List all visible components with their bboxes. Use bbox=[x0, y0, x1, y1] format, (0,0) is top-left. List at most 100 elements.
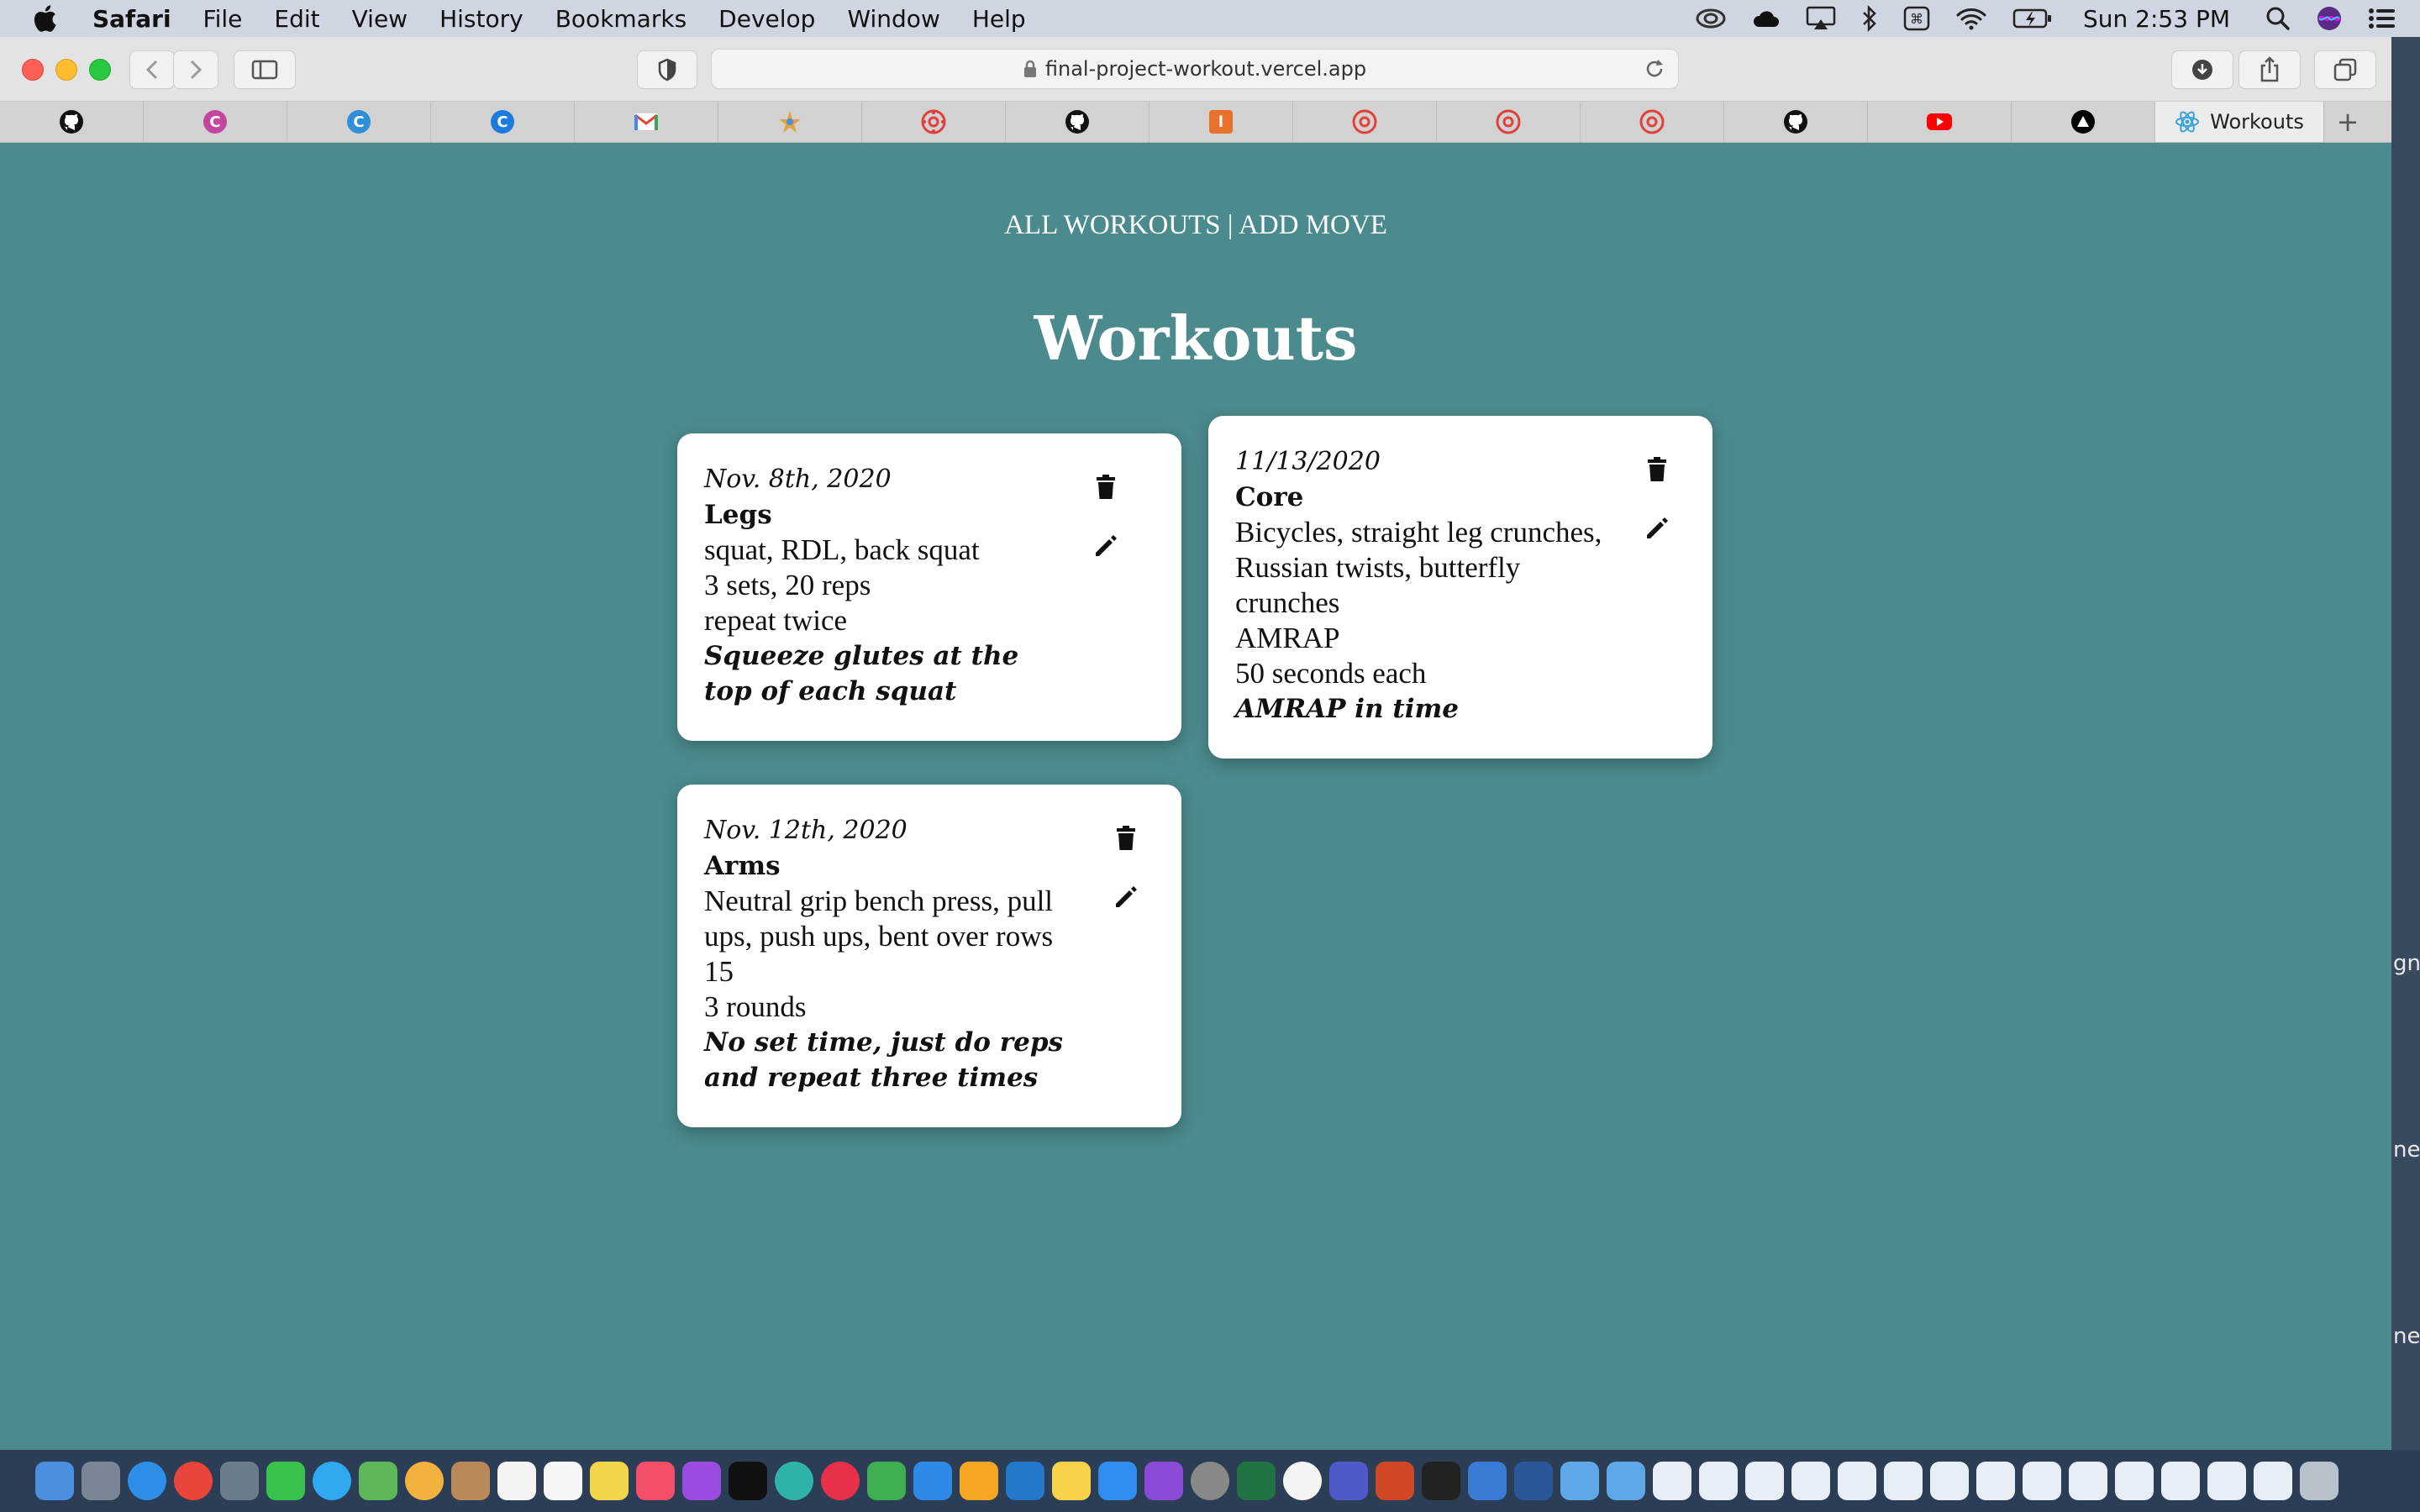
edit-workout-button[interactable] bbox=[1109, 880, 1143, 914]
spotlight-search-icon[interactable] bbox=[2265, 6, 2291, 31]
menu-develop[interactable]: Develop bbox=[718, 5, 815, 33]
privacy-report-button[interactable] bbox=[637, 50, 697, 89]
back-button[interactable] bbox=[129, 50, 175, 89]
recent-file-icon[interactable] bbox=[2254, 1462, 2292, 1500]
recent-file-icon[interactable] bbox=[2069, 1462, 2107, 1500]
tab-workouts-active[interactable]: Workouts bbox=[2155, 102, 2324, 142]
recent-file-icon[interactable] bbox=[1884, 1462, 1923, 1500]
github-desktop-icon[interactable] bbox=[1144, 1462, 1183, 1500]
messages-icon[interactable] bbox=[313, 1462, 351, 1500]
nav-all-workouts-link[interactable]: ALL WORKOUTS bbox=[1004, 210, 1221, 240]
tab-vercel[interactable] bbox=[2012, 102, 2155, 142]
recent-file-icon[interactable] bbox=[1699, 1462, 1738, 1500]
reminders-icon[interactable] bbox=[544, 1462, 582, 1500]
system-preferences-icon[interactable] bbox=[1191, 1462, 1229, 1500]
delete-workout-button[interactable] bbox=[1089, 470, 1123, 504]
menu-edit[interactable]: Edit bbox=[274, 5, 319, 33]
keynote-icon[interactable] bbox=[913, 1462, 952, 1500]
downloads-button[interactable] bbox=[2171, 50, 2233, 89]
tab-github-2[interactable] bbox=[1006, 102, 1150, 142]
bluetooth-icon[interactable] bbox=[1861, 5, 1878, 32]
recent-file-icon[interactable] bbox=[2161, 1462, 2200, 1500]
powerpoint-icon[interactable] bbox=[1376, 1462, 1414, 1500]
recent-file-icon[interactable] bbox=[1791, 1462, 1830, 1500]
tab-star-app[interactable] bbox=[718, 102, 862, 142]
terminal-icon[interactable] bbox=[1422, 1462, 1460, 1500]
tab-overview-button[interactable] bbox=[2314, 50, 2376, 89]
recent-file-icon[interactable] bbox=[1930, 1462, 1969, 1500]
app-icon[interactable] bbox=[775, 1462, 813, 1500]
trash-bin-icon[interactable] bbox=[2300, 1462, 2338, 1500]
airplay-icon[interactable] bbox=[1806, 6, 1836, 31]
folder-app-icon[interactable] bbox=[1052, 1462, 1091, 1500]
chrome-icon[interactable] bbox=[174, 1462, 213, 1500]
edit-workout-button[interactable] bbox=[1089, 529, 1123, 563]
podcasts-icon[interactable] bbox=[682, 1462, 721, 1500]
safari-icon[interactable] bbox=[128, 1462, 166, 1500]
tab-canvas-3[interactable] bbox=[1437, 102, 1581, 142]
share-button[interactable] bbox=[2238, 50, 2301, 89]
sidebar-toggle-button[interactable] bbox=[234, 50, 296, 89]
menu-help[interactable]: Help bbox=[972, 5, 1026, 33]
battery-icon[interactable] bbox=[2012, 8, 2053, 29]
menubar-clock[interactable]: Sun 2:53 PM bbox=[2083, 5, 2230, 33]
recent-file-icon[interactable] bbox=[2023, 1462, 2061, 1500]
word-icon[interactable] bbox=[1514, 1462, 1553, 1500]
facetime-icon[interactable] bbox=[266, 1462, 305, 1500]
apple-menu-icon[interactable] bbox=[32, 4, 66, 33]
photos-icon[interactable] bbox=[405, 1462, 444, 1500]
recent-file-icon[interactable] bbox=[1976, 1462, 2015, 1500]
tab-orange-app[interactable]: l bbox=[1150, 102, 1293, 142]
menu-file[interactable]: File bbox=[203, 5, 243, 33]
downloads-folder-icon[interactable] bbox=[1560, 1462, 1599, 1500]
address-bar[interactable]: final-project-workout.vercel.app bbox=[711, 49, 1679, 89]
pages-icon[interactable] bbox=[960, 1462, 998, 1500]
new-tab-button[interactable]: + bbox=[2324, 102, 2371, 142]
apple-tv-icon[interactable] bbox=[729, 1462, 767, 1500]
documents-folder-icon[interactable] bbox=[1607, 1462, 1645, 1500]
tab-canvas-1[interactable] bbox=[862, 102, 1006, 142]
menu-app-name[interactable]: Safari bbox=[92, 5, 171, 33]
reload-icon[interactable] bbox=[1643, 57, 1666, 86]
vscode-icon[interactable] bbox=[1006, 1462, 1044, 1500]
tab-canvas-2[interactable] bbox=[1293, 102, 1437, 142]
tab-c-site-3[interactable]: C bbox=[431, 102, 575, 142]
menu-window[interactable]: Window bbox=[847, 5, 939, 33]
nav-add-move-link[interactable]: ADD MOVE bbox=[1239, 210, 1387, 240]
numbers-icon[interactable] bbox=[867, 1462, 906, 1500]
teams-icon[interactable] bbox=[1329, 1462, 1368, 1500]
creative-cloud-icon[interactable] bbox=[1695, 8, 1727, 29]
delete-workout-button[interactable] bbox=[1109, 822, 1143, 855]
menu-view[interactable]: View bbox=[352, 5, 408, 33]
finder-icon[interactable] bbox=[35, 1462, 74, 1500]
contacts-icon[interactable] bbox=[451, 1462, 490, 1500]
zoom-window-button[interactable] bbox=[89, 59, 111, 81]
menu-bookmarks[interactable]: Bookmarks bbox=[555, 5, 687, 33]
forward-button[interactable] bbox=[173, 50, 218, 89]
bluetooth-app-icon[interactable] bbox=[1468, 1462, 1507, 1500]
recent-file-icon[interactable] bbox=[2207, 1462, 2246, 1500]
excel-icon[interactable] bbox=[1237, 1462, 1276, 1500]
tab-c-site-2[interactable]: C bbox=[287, 102, 431, 142]
news-icon[interactable] bbox=[821, 1462, 860, 1500]
music-icon[interactable] bbox=[636, 1462, 675, 1500]
calendar-icon[interactable] bbox=[497, 1462, 536, 1500]
app-store-icon[interactable] bbox=[1098, 1462, 1137, 1500]
control-center-icon[interactable] bbox=[2368, 7, 2396, 30]
mail-icon[interactable] bbox=[220, 1462, 259, 1500]
tab-youtube[interactable] bbox=[1868, 102, 2012, 142]
minimize-window-button[interactable] bbox=[55, 59, 77, 81]
launchpad-icon[interactable] bbox=[82, 1462, 120, 1500]
icloud-icon[interactable] bbox=[1752, 8, 1781, 29]
notes-icon[interactable] bbox=[590, 1462, 629, 1500]
edit-workout-button[interactable] bbox=[1640, 512, 1674, 545]
tab-canvas-4[interactable] bbox=[1581, 102, 1724, 142]
recent-file-icon[interactable] bbox=[1745, 1462, 1784, 1500]
keyboard-command-icon[interactable]: ⌘ bbox=[1903, 6, 1930, 31]
smiley-app-icon[interactable] bbox=[1283, 1462, 1322, 1500]
tab-github[interactable] bbox=[0, 102, 144, 142]
menu-history[interactable]: History bbox=[439, 5, 523, 33]
maps-icon[interactable] bbox=[359, 1462, 397, 1500]
recent-file-icon[interactable] bbox=[2115, 1462, 2154, 1500]
recent-file-icon[interactable] bbox=[1838, 1462, 1876, 1500]
